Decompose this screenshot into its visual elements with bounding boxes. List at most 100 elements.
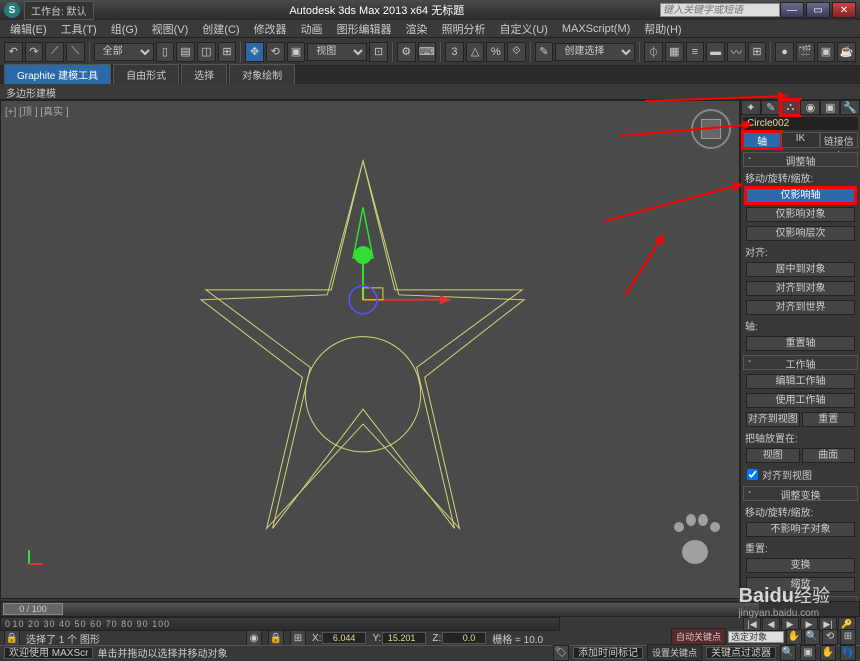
- btn-edit-working-pivot[interactable]: 编辑工作轴: [746, 374, 855, 389]
- minimize-button[interactable]: —: [780, 2, 804, 18]
- scale-button[interactable]: ▣: [287, 42, 306, 62]
- tab-display-icon[interactable]: ▣: [820, 100, 840, 115]
- select-region-button[interactable]: ◫: [197, 42, 216, 62]
- nav-pan-icon[interactable]: ✋: [786, 629, 802, 645]
- btn-place-surface[interactable]: 曲面: [802, 448, 856, 463]
- time-slider[interactable]: 0 / 100: [0, 601, 860, 617]
- render-frame-button[interactable]: ▣: [817, 42, 836, 62]
- circle-shape[interactable]: [305, 337, 420, 452]
- isolate-icon[interactable]: ◉: [246, 630, 262, 646]
- nav-walk-icon[interactable]: 👣: [840, 645, 856, 661]
- rollout-adjust-transform[interactable]: 调整变换: [743, 486, 858, 501]
- ribbon-tab-graphite[interactable]: Graphite 建模工具: [4, 64, 111, 84]
- ref-coord-dropdown[interactable]: 视图: [307, 43, 367, 61]
- angle-snap-button[interactable]: △: [466, 42, 485, 62]
- sel-lock-icon[interactable]: 🔒: [268, 630, 284, 646]
- star-shape[interactable]: [201, 161, 524, 529]
- render-button[interactable]: ☕: [837, 42, 856, 62]
- btn-reset-pivot[interactable]: 重置轴: [746, 336, 855, 351]
- menu-lighting[interactable]: 照明分析: [436, 20, 492, 38]
- move-button[interactable]: ✥: [245, 42, 264, 62]
- nav-zoom2-icon[interactable]: 🔍: [780, 645, 796, 661]
- btn-place-view[interactable]: 视图: [746, 448, 800, 463]
- btn-reset-wp[interactable]: 重置: [802, 412, 856, 427]
- object-name-field[interactable]: Circle002: [743, 117, 858, 130]
- curve-editor-button[interactable]: 〰: [727, 42, 746, 62]
- btn-affect-pivot-only[interactable]: 仅影响轴: [746, 188, 855, 203]
- nav-pan2-icon[interactable]: ✋: [820, 645, 836, 661]
- x-coord-field[interactable]: X:: [312, 632, 366, 644]
- maximize-button[interactable]: ▭: [806, 2, 830, 18]
- unlink-button[interactable]: ⟍: [66, 42, 85, 62]
- app-logo-icon[interactable]: S: [4, 2, 20, 18]
- menu-rendering[interactable]: 渲染: [400, 20, 434, 38]
- window-crossing-button[interactable]: ⊞: [218, 42, 237, 62]
- mirror-button[interactable]: ⏀: [644, 42, 663, 62]
- btn-affect-hierarchy-only[interactable]: 仅影响层次: [746, 226, 855, 241]
- tab-utilities-icon[interactable]: 🔧: [840, 100, 860, 115]
- link-button[interactable]: ⟋: [45, 42, 64, 62]
- btn-align-to-world[interactable]: 对齐到世界: [746, 300, 855, 315]
- edit-sel-set-button[interactable]: ✎: [535, 42, 554, 62]
- menu-group[interactable]: 组(G): [105, 20, 144, 38]
- set-key-button[interactable]: 设置关键点: [647, 644, 702, 661]
- lock-selection-icon[interactable]: 🔒: [4, 630, 20, 646]
- move-gizmo[interactable]: [349, 207, 451, 313]
- abs-rel-icon[interactable]: ⊞: [290, 630, 306, 646]
- menu-maxscript[interactable]: MAXScript(M): [556, 22, 636, 36]
- align-button[interactable]: ▦: [665, 42, 684, 62]
- ribbon-button[interactable]: ▬: [706, 42, 725, 62]
- add-time-tag[interactable]: 添加时间标记: [573, 647, 643, 659]
- btn-center-to-object[interactable]: 居中到对象: [746, 262, 855, 277]
- nav-max-icon[interactable]: ⊞: [840, 629, 856, 645]
- tab-create-icon[interactable]: ✦: [741, 100, 761, 115]
- menu-help[interactable]: 帮助(H): [638, 20, 687, 38]
- maxscript-listener[interactable]: 欢迎使用 MAXScr: [4, 647, 93, 659]
- menu-graph[interactable]: 图形编辑器: [331, 20, 398, 38]
- menu-tools[interactable]: 工具(T): [55, 20, 103, 38]
- menu-create[interactable]: 创建(C): [196, 20, 245, 38]
- select-button[interactable]: ▯: [156, 42, 175, 62]
- snap-toggle-button[interactable]: 3: [445, 42, 464, 62]
- ribbon-tab-freeform[interactable]: 自由形式: [113, 64, 179, 84]
- menu-customize[interactable]: 自定义(U): [494, 20, 554, 38]
- menu-views[interactable]: 视图(V): [146, 20, 195, 38]
- redo-button[interactable]: ↷: [25, 42, 44, 62]
- menu-modifiers[interactable]: 修改器: [248, 20, 293, 38]
- btn-affect-object-only[interactable]: 仅影响对象: [746, 207, 855, 222]
- select-name-button[interactable]: ▤: [176, 42, 195, 62]
- z-coord-field[interactable]: Z:: [432, 632, 486, 644]
- subtab-linkinfo[interactable]: 链接信息: [820, 132, 858, 148]
- y-coord-field[interactable]: Y:: [372, 632, 426, 644]
- selection-set-field[interactable]: [728, 631, 784, 643]
- pivot-center-button[interactable]: ⊡: [369, 42, 388, 62]
- subtab-pivot[interactable]: 轴: [743, 132, 781, 148]
- btn-reset-transform[interactable]: 变换: [746, 558, 855, 573]
- nav-zoom-icon[interactable]: 🔍: [804, 629, 820, 645]
- tab-hierarchy-icon[interactable]: ⛬: [781, 100, 801, 115]
- viewport[interactable]: [+] [顶 ] [真实 ]: [0, 100, 740, 599]
- chk-align-to-view[interactable]: 对齐到视图: [741, 465, 860, 484]
- btn-align-to-view[interactable]: 对齐到视图: [746, 412, 800, 427]
- rollout-adjust-pivot[interactable]: 调整轴: [743, 152, 858, 167]
- btn-align-to-object[interactable]: 对齐到对象: [746, 281, 855, 296]
- spinner-snap-button[interactable]: ⟐: [507, 42, 526, 62]
- btn-reset-scale[interactable]: 缩放: [746, 577, 855, 592]
- schematic-button[interactable]: ⊞: [748, 42, 767, 62]
- ribbon-tab-paint[interactable]: 对象绘制: [229, 64, 295, 84]
- close-button[interactable]: ✕: [832, 2, 856, 18]
- timeline-ruler[interactable]: 0 10 20 30 40 50 60 70 80 90 100: [0, 617, 560, 631]
- viewcube[interactable]: [691, 109, 731, 149]
- percent-snap-button[interactable]: %: [486, 42, 505, 62]
- workspace-dropdown[interactable]: 工作台: 默认: [24, 1, 94, 20]
- tab-modify-icon[interactable]: ✎: [761, 100, 781, 115]
- menu-edit[interactable]: 编辑(E): [4, 20, 53, 38]
- named-selection-dropdown[interactable]: 创建选择集: [555, 43, 635, 61]
- selection-filter-dropdown[interactable]: 全部: [94, 43, 154, 61]
- btn-use-working-pivot[interactable]: 使用工作轴: [746, 393, 855, 408]
- layers-button[interactable]: ≡: [686, 42, 705, 62]
- key-filters-button[interactable]: 关键点过滤器: [706, 647, 776, 659]
- rotate-button[interactable]: ⟲: [266, 42, 285, 62]
- menu-animation[interactable]: 动画: [295, 20, 329, 38]
- nav-orbit-icon[interactable]: ⟲: [822, 629, 838, 645]
